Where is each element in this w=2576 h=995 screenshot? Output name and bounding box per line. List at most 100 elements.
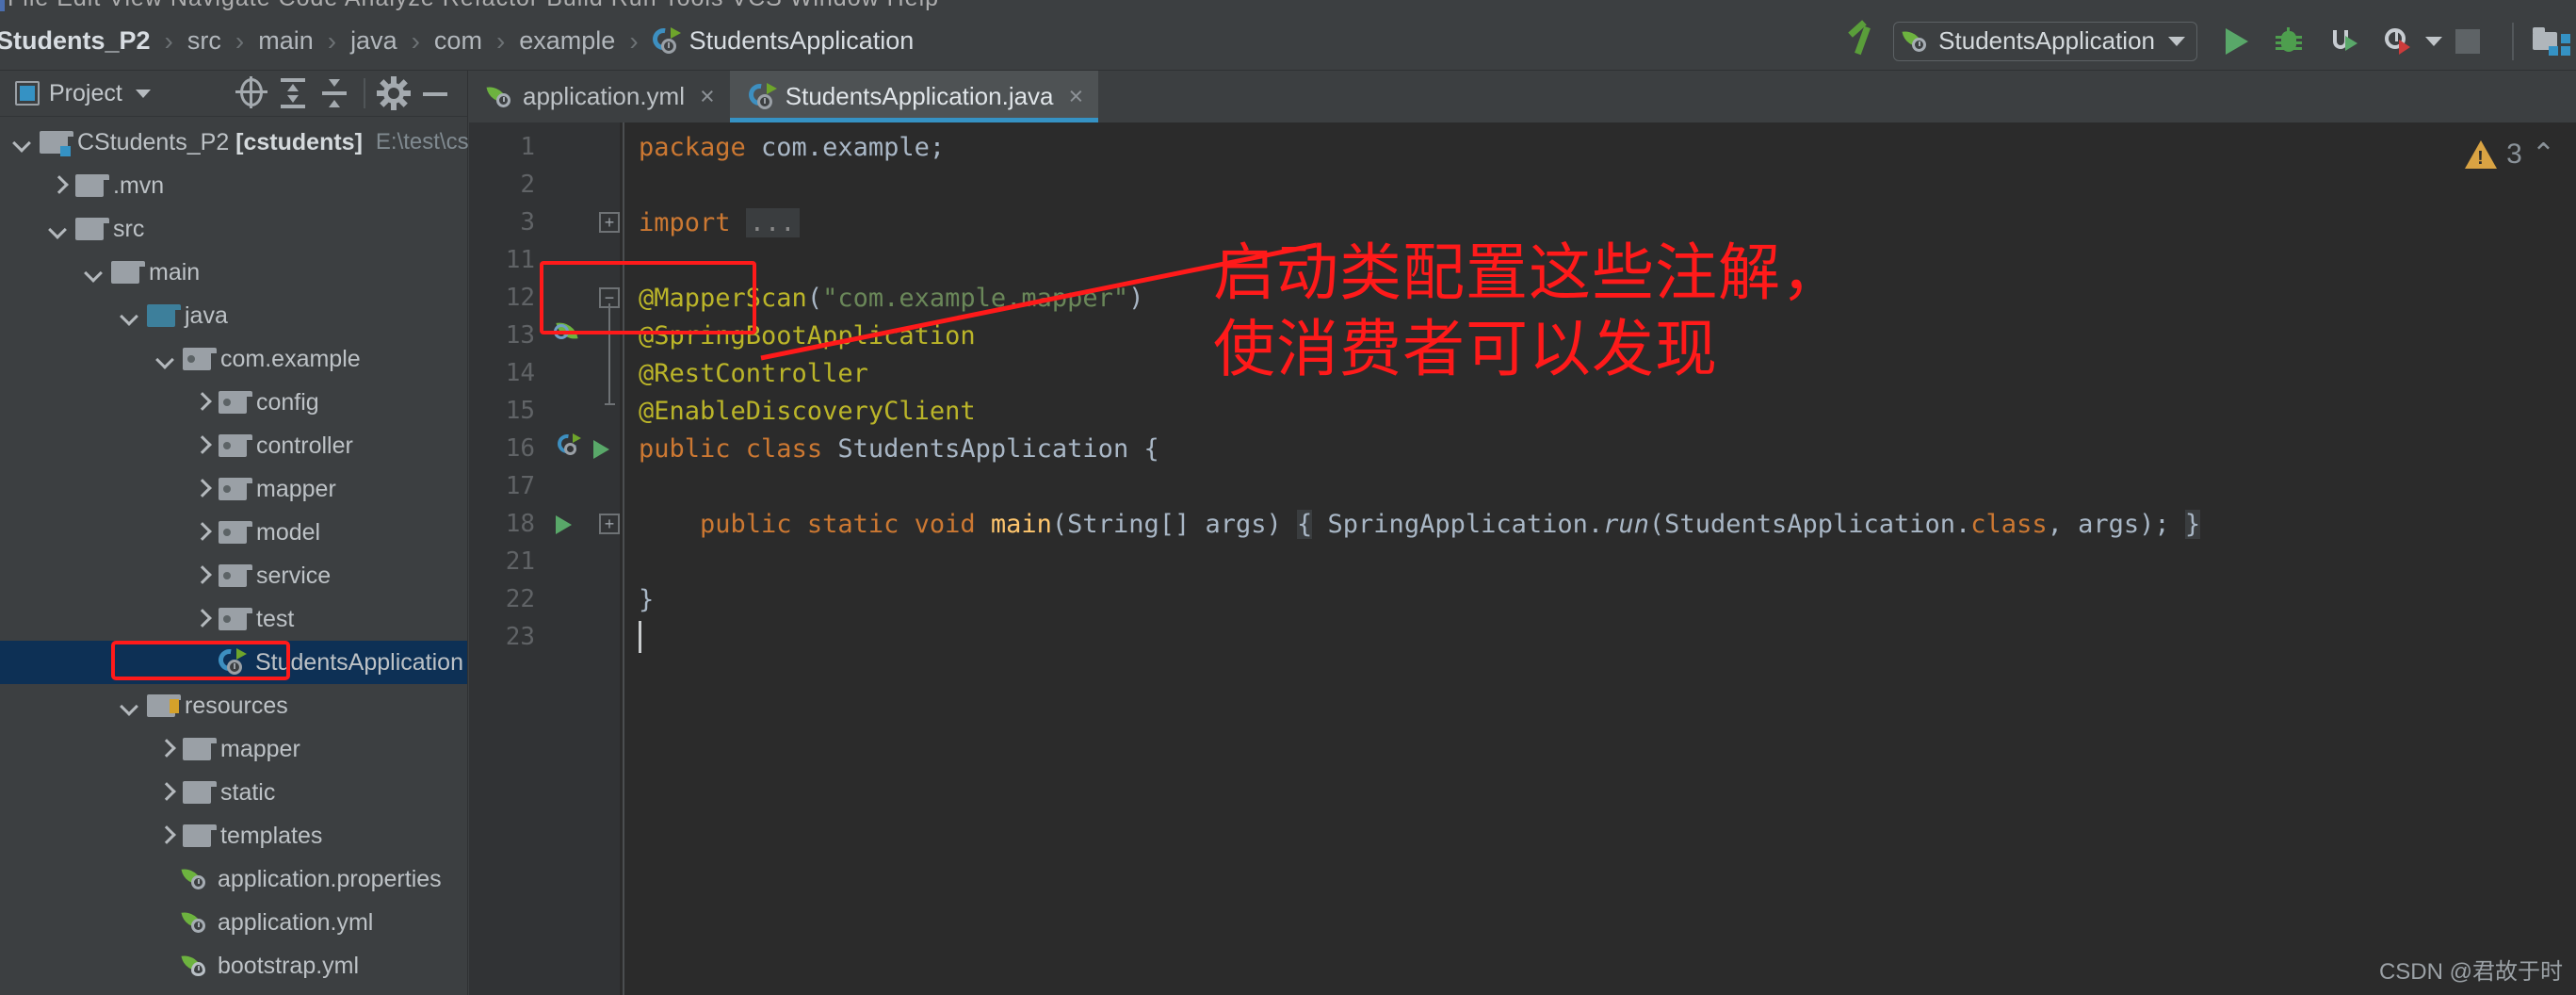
fold-expand-icon[interactable]: + — [599, 212, 620, 233]
locate-icon[interactable] — [232, 73, 273, 114]
tab-application-yml[interactable]: application.yml × — [469, 71, 730, 122]
spring-class-icon — [648, 23, 681, 56]
run-configuration-label: StudentsApplication — [1938, 26, 2155, 55]
spring-leaf-icon — [181, 866, 209, 892]
chevron-right-icon[interactable] — [192, 523, 211, 542]
run-icon[interactable] — [2226, 27, 2248, 55]
chevron-down-icon[interactable] — [49, 220, 68, 238]
breadcrumb-item-class[interactable]: StudentsApplication — [648, 12, 916, 70]
collapse-all-icon[interactable] — [315, 73, 356, 114]
tree-row[interactable]: java — [0, 294, 467, 337]
tree-row[interactable]: controller — [0, 424, 467, 467]
code-line: 1 package com.example; — [469, 128, 2576, 166]
spring-class-run-icon[interactable] — [554, 431, 588, 465]
tree-row[interactable]: mapper — [0, 467, 467, 511]
navigation-bar: Students_P2 › src › main › java › com › … — [0, 12, 2576, 71]
profiler-chevron-down-icon[interactable] — [2425, 36, 2442, 46]
hide-icon[interactable] — [414, 73, 456, 114]
chevron-right-icon[interactable] — [192, 480, 211, 498]
code-line: 18 public static void main(String[] args… — [469, 505, 2576, 543]
tree-row[interactable]: CStudents_P2 [cstudents]E:\test\cstudent… — [0, 121, 776, 164]
tab-students-application-java[interactable]: StudentsApplication.java × — [729, 71, 1099, 122]
restore-layout-icon[interactable] — [2533, 26, 2570, 57]
breadcrumb-item-src[interactable]: src — [186, 12, 223, 70]
breadcrumb-separator: › — [327, 25, 337, 56]
hammer-icon[interactable] — [1840, 21, 1882, 62]
spring-leaf-icon — [1902, 27, 1930, 55]
tree-row[interactable]: mapper — [0, 727, 467, 771]
run-with-coverage-icon[interactable] — [2329, 27, 2357, 56]
stop-icon[interactable] — [2455, 28, 2480, 54]
close-icon[interactable]: × — [1069, 84, 1084, 109]
run-gutter-icon[interactable] — [593, 440, 609, 459]
tree-row[interactable]: application.properties — [0, 857, 467, 901]
tree-row-label: application.properties — [218, 865, 442, 892]
breadcrumb-item-com[interactable]: com — [432, 12, 484, 70]
menu-bar-strip[interactable]: File Edit View Navigate Code Analyze Ref… — [0, 0, 2576, 12]
inspection-status-badge[interactable]: 3 ⌃ — [2465, 138, 2555, 171]
code-line: 22} — [469, 580, 2576, 618]
breadcrumb-item-java[interactable]: java — [348, 12, 399, 70]
tree-row[interactable]: .mvn — [0, 164, 467, 207]
expand-all-icon[interactable] — [273, 73, 315, 114]
project-tree[interactable]: CStudents_P2 [cstudents]E:\test\cstudent… — [0, 117, 776, 995]
project-panel-header: Project — [0, 71, 467, 117]
breadcrumb-item-example[interactable]: example — [517, 12, 617, 70]
tree-row[interactable]: com.example — [0, 337, 467, 381]
chevron-right-icon[interactable] — [156, 783, 175, 802]
chevron-down-icon[interactable] — [135, 89, 151, 98]
tree-row[interactable]: src — [0, 207, 467, 251]
tree-row[interactable]: main — [0, 251, 467, 294]
fold-expand-icon[interactable]: + — [599, 514, 620, 534]
tree-row[interactable]: <>GeneratorConfig.xml — [0, 987, 467, 995]
code-area[interactable]: 1 package com.example; 2 3 import ... +11 12 @M… — [469, 122, 2576, 995]
spring-class-icon — [214, 644, 247, 677]
tree-row[interactable]: bootstrap.yml — [0, 944, 467, 987]
chevron-right-icon[interactable] — [156, 740, 175, 758]
breadcrumb-item-project[interactable]: Students_P2 — [0, 12, 153, 70]
tree-row[interactable]: templates — [0, 814, 467, 857]
tree-row-label: java — [185, 302, 228, 329]
tree-row-label: CStudents_P2 — [77, 128, 230, 155]
tree-row[interactable]: model — [0, 511, 467, 554]
run-method-icon[interactable] — [556, 515, 572, 534]
chevron-right-icon[interactable] — [49, 176, 68, 195]
tree-row[interactable]: application.yml — [0, 901, 467, 944]
chevron-down-icon[interactable] — [121, 306, 139, 325]
chevron-down-icon[interactable] — [156, 350, 175, 368]
folder-icon — [75, 218, 109, 240]
gear-icon[interactable] — [373, 73, 414, 114]
tree-row[interactable]: StudentsApplication — [0, 641, 467, 684]
chevron-down-icon[interactable] — [85, 263, 104, 282]
code-line: 23 — [469, 618, 2576, 656]
chevron-right-icon[interactable] — [192, 566, 211, 585]
spring-bean-icon[interactable] — [554, 319, 588, 351]
profiler-icon[interactable] — [2384, 27, 2412, 56]
warning-triangle-icon — [2465, 139, 2498, 170]
tree-row[interactable]: test — [0, 597, 467, 641]
chevron-down-icon[interactable] — [121, 696, 139, 715]
tree-row[interactable]: config — [0, 381, 467, 424]
tree-row[interactable]: static — [0, 771, 467, 814]
tree-row[interactable]: service — [0, 554, 467, 597]
run-configuration-selector[interactable]: StudentsApplication — [1893, 21, 2197, 61]
chevron-right-icon[interactable] — [192, 436, 211, 455]
tree-row[interactable]: resources — [0, 684, 467, 727]
editor-area: application.yml × StudentsApplication.ja… — [469, 71, 2576, 995]
project-view-icon — [15, 81, 40, 106]
debug-bug-icon[interactable] — [2275, 26, 2303, 56]
fold-region-line — [608, 303, 610, 403]
chevron-right-icon[interactable] — [156, 826, 175, 845]
chevron-right-icon[interactable] — [192, 393, 211, 412]
line-number: 14 — [505, 359, 535, 387]
code-line: 15 @EnableDiscoveryClient — [469, 392, 2576, 430]
folder-icon — [183, 738, 217, 760]
breadcrumb-item-main[interactable]: main — [256, 12, 316, 70]
chevron-right-icon[interactable] — [192, 610, 211, 628]
chevron-down-icon[interactable] — [13, 133, 32, 152]
tree-row-label: src — [113, 215, 145, 242]
close-icon[interactable]: × — [700, 84, 715, 109]
tools-divider — [364, 78, 365, 108]
